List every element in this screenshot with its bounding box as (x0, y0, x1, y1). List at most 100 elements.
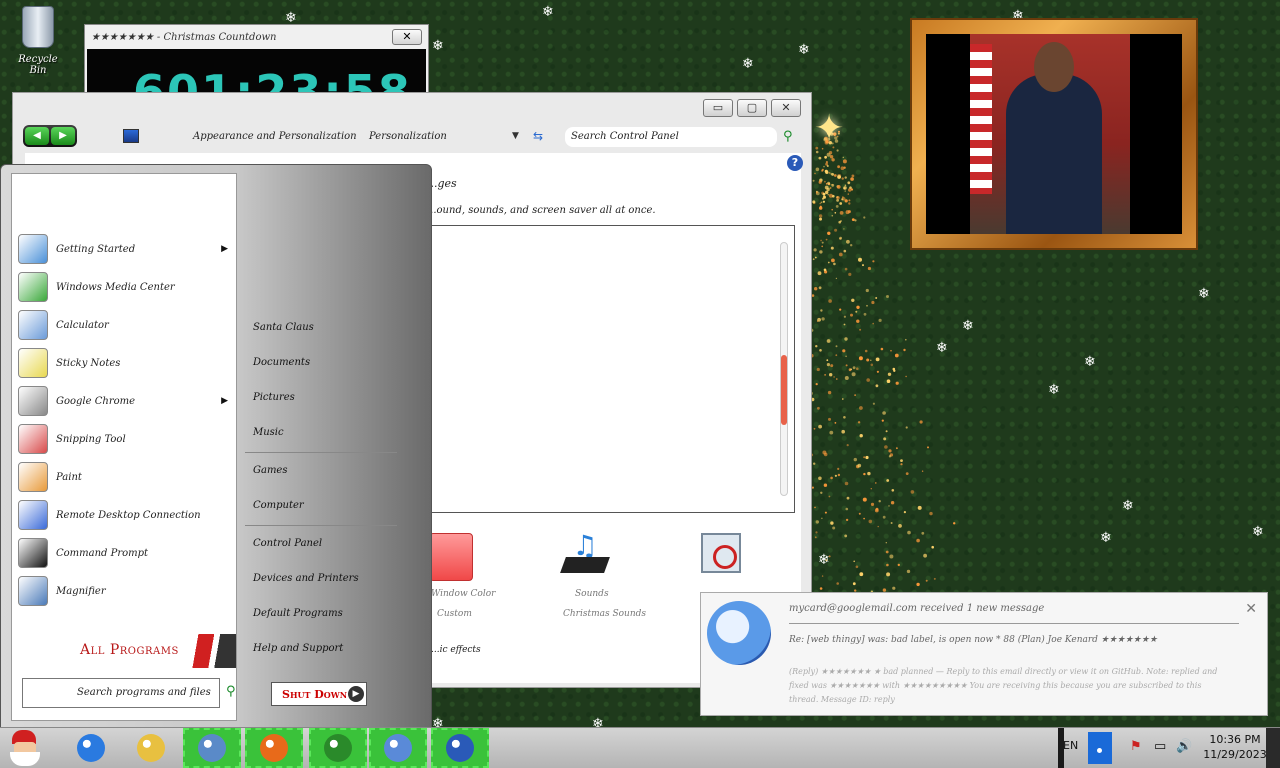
snowflake-icon: ❄ (798, 42, 810, 58)
start-link[interactable]: Music (253, 427, 284, 438)
notification-preview[interactable]: (Reply) ★★★★★★★ ★ bad planned — Reply to… (789, 665, 1229, 707)
snowflake-icon: ❄ (1084, 354, 1096, 370)
theme-list[interactable] (427, 225, 795, 513)
shutdown-options-icon[interactable]: ▶ (348, 686, 364, 702)
gadget-close-button[interactable]: ✕ (392, 29, 422, 45)
address-dropdown-icon[interactable]: ▼ (512, 131, 519, 141)
clock-time[interactable]: 10:36 PM (1200, 733, 1270, 746)
close-button[interactable]: ✕ (771, 99, 801, 117)
countdown-digits: 601:23:58 (133, 65, 412, 93)
submenu-arrow-icon: ▶ (221, 244, 228, 254)
taskbar-christmas-tree-button[interactable] (309, 728, 367, 768)
start-link[interactable]: Default Programs (253, 608, 343, 619)
start-link[interactable]: Computer (253, 500, 304, 511)
start-button[interactable] (4, 728, 46, 768)
all-programs-label: All Programs (80, 642, 179, 658)
program-item[interactable]: Command Prompt (18, 536, 232, 570)
maximize-button[interactable]: ▢ (737, 99, 767, 117)
program-item[interactable]: Getting Started ▶ (18, 232, 232, 266)
help-icon[interactable]: ? (787, 155, 803, 171)
recycle-bin-label: Recycle Bin (18, 54, 58, 76)
program-label: Snipping Tool (56, 433, 126, 445)
start-search-icon[interactable]: ⚲ (226, 684, 236, 699)
program-item[interactable]: Remote Desktop Connection (18, 498, 232, 532)
shutdown-label: Shut Down (282, 688, 348, 701)
theme-scrollbar[interactable] (780, 242, 788, 496)
program-icon (18, 386, 48, 416)
all-programs-button[interactable]: All Programs (44, 634, 236, 668)
program-item[interactable]: Windows Media Center (18, 270, 232, 304)
christmas-tree-icon (324, 734, 352, 762)
program-item[interactable]: Google Chrome ▶ (18, 384, 232, 418)
breadcrumb-personalization[interactable]: Personalization (369, 131, 447, 142)
start-link[interactable]: Documents (253, 357, 310, 368)
taskbar-control-panel-button[interactable] (369, 728, 427, 768)
notification-subject[interactable]: Re: [web thingy] was: bad label, is open… (789, 633, 1229, 647)
control-panel-icon (384, 734, 412, 762)
scrollbar-thumb[interactable] (781, 355, 787, 425)
shutdown-button[interactable]: Shut Down ▶ (271, 682, 367, 706)
window-color-sublabel: Custom (437, 609, 472, 619)
program-icon (18, 576, 48, 606)
control-panel-icon (123, 129, 139, 143)
start-link[interactable]: Devices and Printers (253, 573, 359, 584)
program-icon (18, 234, 48, 264)
notification-divider (789, 623, 1239, 624)
tray-app-icon[interactable] (1088, 732, 1112, 764)
start-search-input[interactable]: Search programs and files (22, 678, 220, 708)
start-link[interactable]: Santa Claus (253, 322, 314, 333)
taskbar-file-explorer-button[interactable] (122, 728, 180, 768)
snowflake-icon: ❄ (1198, 286, 1210, 302)
notification-close-button[interactable]: ✕ (1245, 601, 1257, 617)
taskbar-internet-explorer-button[interactable] (62, 728, 120, 768)
program-icon (18, 310, 48, 340)
show-desktop-button[interactable] (1266, 728, 1280, 768)
sounds-sublabel: Christmas Sounds (563, 609, 647, 619)
start-link[interactable]: Pictures (253, 392, 295, 403)
back-button[interactable]: ◀ (25, 127, 49, 145)
forward-button[interactable]: ▶ (51, 127, 75, 145)
window-color-icon[interactable] (429, 533, 473, 581)
action-center-flag-icon[interactable]: ⚑ (1130, 739, 1142, 754)
start-link[interactable]: Control Panel (253, 538, 322, 549)
taskbar-thunderbird-button[interactable] (431, 728, 489, 768)
program-item[interactable]: Paint (18, 460, 232, 494)
program-label: Windows Media Center (56, 281, 175, 293)
taskbar: EN ⚑ ▭ 🔊 10:36 PM 11/29/2023 (0, 727, 1280, 768)
program-item[interactable]: Sticky Notes (18, 346, 232, 380)
sounds-label[interactable]: Sounds (575, 589, 609, 599)
search-icon[interactable]: ⚲ (783, 129, 793, 144)
chrome-icon (198, 734, 226, 762)
volume-icon[interactable]: 🔊 (1176, 739, 1192, 754)
window-color-label[interactable]: Window Color (431, 589, 495, 599)
refresh-icon[interactable]: ⇆ (533, 129, 543, 143)
screen-saver-icon[interactable] (701, 533, 741, 573)
clock-date[interactable]: 11/29/2023 (1200, 748, 1270, 761)
recycle-bin[interactable]: Recycle Bin (12, 6, 64, 76)
internet-explorer-icon (77, 734, 105, 762)
start-link[interactable]: Games (253, 465, 287, 476)
countdown-gadget[interactable]: ★★★★★★★ - Christmas Countdown ✕ 601:23:5… (84, 24, 429, 94)
program-item[interactable]: Magnifier (18, 574, 232, 608)
breadcrumb-appearance[interactable]: Appearance and Personalization (193, 131, 357, 142)
minimize-button[interactable]: ▭ (703, 99, 733, 117)
menu-separator (245, 525, 397, 526)
mail-notification[interactable]: mycard@googlemail.com received 1 new mes… (700, 592, 1268, 716)
page-description: ...ound, sounds, and screen saver all at… (427, 205, 656, 216)
program-label: Command Prompt (56, 547, 149, 559)
sounds-icon[interactable]: ♫ (559, 529, 611, 581)
start-link[interactable]: Help and Support (253, 643, 343, 654)
program-item[interactable]: Calculator (18, 308, 232, 342)
start-menu[interactable]: Getting Started ▶ Windows Media Center Calc… (0, 164, 432, 728)
snowflake-icon: ❄ (542, 4, 554, 20)
snowflake-icon: ❄ (1252, 524, 1264, 540)
language-indicator[interactable]: EN (1063, 739, 1078, 752)
countdown-display: 601:23:58 (87, 49, 426, 93)
taskbar-chrome-button[interactable] (183, 728, 241, 768)
bottom-note: ...ic effects (431, 645, 481, 655)
program-label: Getting Started (56, 243, 136, 255)
program-item[interactable]: Snipping Tool (18, 422, 232, 456)
network-icon[interactable]: ▭ (1154, 739, 1166, 754)
taskbar-firefox-button[interactable] (245, 728, 303, 768)
search-input[interactable]: Search Control Panel (565, 127, 777, 147)
